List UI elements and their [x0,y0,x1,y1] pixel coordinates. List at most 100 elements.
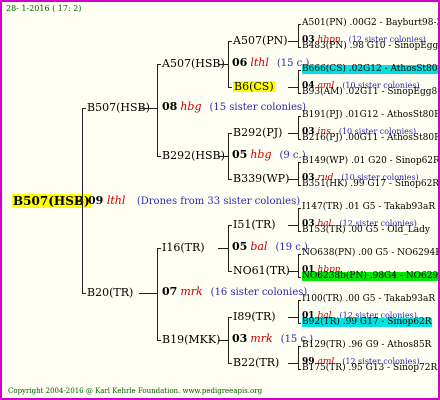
gen4-connector [298,369,301,370]
gen3-bracket-0 [228,41,229,87]
breed-code: hbg [250,148,272,161]
gen4-connector [298,116,301,117]
gen2-info-1: 05 hbg (9 c.) [232,149,306,161]
gen4-connector [298,70,301,71]
gen3-connector [228,317,232,318]
gen3-to-gen4-7 [288,363,298,364]
gen4-queen-8[interactable]: I147(TR) .01 G5 - Takab93aR [302,203,435,212]
gen3-queen-3[interactable]: B339(WP) [233,173,289,184]
gen3-connector [228,363,232,364]
gen3-to-gen4-2 [288,133,298,134]
gen4-bracket-5 [298,254,299,277]
root-info: 09 lthl (Drones from 33 sister colonies) [88,194,301,207]
gen2-bracket-0 [157,64,158,156]
gen4-bracket-4 [298,208,299,231]
breed-code: mrk [180,285,203,298]
date-stamp: 28- 1-2016 ( 17: 2) [6,4,82,13]
gen3-connector [228,225,232,226]
breed-code: lthl [250,56,269,69]
gen4-queen-3[interactable]: B93(AM) .02G11 - SinopEgg86R [302,88,438,97]
gen2-queen-2[interactable]: I16(TR) [162,242,205,253]
gen4-queen-7[interactable]: B351(HK) .99 G17 - Sinop62R [302,180,438,189]
gen1-info-0: 08 hbg (15 sister colonies) [162,101,306,113]
gen4-connector [298,162,301,163]
gen3-connector [228,271,232,272]
gen3-connector [228,179,232,180]
gen4-queen-13[interactable]: B92(TR) .99 G17 - Sinop62R [302,318,432,327]
gen3-queen-7[interactable]: B22(TR) [233,357,279,368]
gen4-connector [298,93,301,94]
gen1-to-gen2-1 [139,293,157,294]
breed-code: mrk [250,332,273,345]
breed-code: hbg [180,100,202,113]
gen4-bracket-2 [298,116,299,139]
gen2-info-0: 06 lthl (15 c.) [232,57,309,69]
gen4-bracket-7 [298,346,299,369]
gen2-connector [157,156,161,157]
gen4-queen-4[interactable]: B191(PJ) .01G12 - AthosSt80R [302,111,438,120]
gen4-bracket-6 [298,300,299,323]
gen4-connector [298,323,301,324]
gen4-bracket-3 [298,162,299,185]
gen2-connector [157,248,161,249]
gen4-queen-5[interactable]: B216(PJ) .00G11 - AthosSt80R [302,134,438,143]
gen4-bracket-0 [298,24,299,47]
gen4-queen-2[interactable]: B666(CS) .02G12 - AthosSt80R [302,65,438,74]
gen3-to-gen4-1 [288,87,298,88]
gen4-connector [298,208,301,209]
gen4-queen-12[interactable]: I100(TR) .00 G5 - Takab93aR [302,295,435,304]
sister-colonies-label: (15 sister colonies) [209,102,307,113]
gen3-connector [228,87,232,88]
year-label: 05 [232,240,248,253]
gen3-queen-6[interactable]: I89(TR) [233,311,276,322]
gen3-to-gen4-5 [288,271,298,272]
gen4-connector [298,254,301,255]
gen2-info-2: 05 bal (19 c.) [232,241,308,253]
gen2-queen-1[interactable]: B292(HSB) [162,150,225,161]
gen3-queen-1[interactable]: B6(CS) [233,81,275,92]
gen4-connector [298,47,301,48]
gen3-bracket-1 [228,133,229,179]
copyright-footer: Copyright 2004-2016 @ Karl Kehrle Founda… [8,387,263,395]
gen3-queen-4[interactable]: I51(TR) [233,219,276,230]
gen2-to-gen3-0 [218,64,228,65]
gen2-info-3: 03 mrk (15 c.) [232,333,313,345]
gen4-connector [298,346,301,347]
gen4-queen-10[interactable]: NO638(PN) .00 G5 - NO6294R [302,249,438,258]
gen4-connector [298,277,301,278]
gen3-queen-5[interactable]: NO61(TR) [233,265,290,276]
gen2-queen-0[interactable]: A507(HSB) [162,58,225,69]
sister-colonies-label: (16 sister colonies) [210,287,308,298]
year-label: 07 [162,285,178,298]
gen4-queen-11[interactable]: NO6238b(PN) .98G4 - NO6294R [302,272,438,281]
year-label: 03 [232,332,248,345]
breed-code: bal [250,240,268,253]
year-label: 08 [162,100,178,113]
gen4-connector [298,24,301,25]
gen3-queen-0[interactable]: A507(PN) [233,35,288,46]
gen4-queen-0[interactable]: A501(PN) .00G2 - Bayburt98-3 [302,19,438,28]
gen4-queen-14[interactable]: B129(TR) .96 G9 - Athos85R [302,341,431,350]
gen4-connector [298,231,301,232]
gen2-to-gen3-1 [218,156,228,157]
gen3-queen-2[interactable]: B292(PJ) [233,127,282,138]
gen2-to-gen3-2 [218,248,228,249]
gen1-queen-1[interactable]: B20(TR) [87,287,133,298]
gen4-queen-1[interactable]: B483(PN) .98 G10 - SinopEgg86R [302,42,438,51]
root-connector [78,201,83,202]
gen4-queen-6[interactable]: B149(WP) .01 G20 - Sinop62R [302,157,438,166]
gen4-connector [298,139,301,140]
gen2-bracket-1 [157,248,158,340]
gen2-queen-3[interactable]: B19(MKK) [162,334,220,345]
gen4-queen-15[interactable]: B175(TR) .95 G13 - Sinop72R [302,364,437,373]
gen3-bracket-3 [228,317,229,363]
year-label: 06 [232,56,248,69]
gen3-to-gen4-4 [288,225,298,226]
gen4-bracket-1 [298,70,299,93]
gen3-connector [228,133,232,134]
gen1-connector [82,108,86,109]
gen4-connector [298,300,301,301]
gen4-queen-9[interactable]: B153(TR) .00 G5 - Old_Lady [302,226,430,235]
gen3-connector [228,41,232,42]
pedigree-frame: 28- 1-2016 ( 17: 2) Copyright 2004-2016 … [0,0,440,400]
